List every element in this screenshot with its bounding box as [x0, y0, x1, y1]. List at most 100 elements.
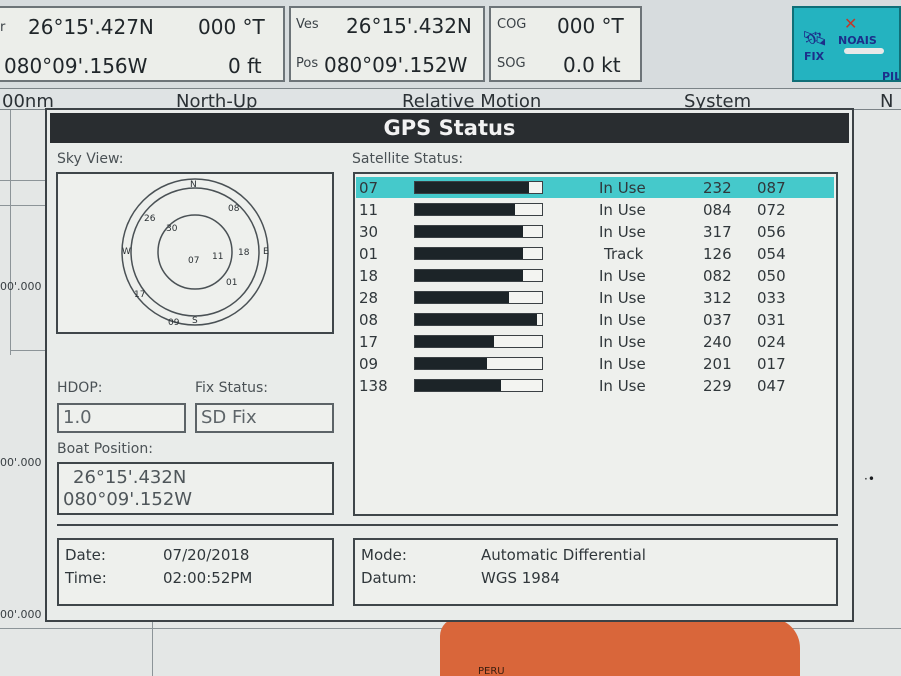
satellite-elevation: 056 [757, 223, 786, 241]
satellite-row[interactable]: 11 In Use 084 072 [356, 199, 834, 220]
dialog-separator [57, 524, 838, 526]
top-data-bar: r 26°15'.427N 000 °T 080°09'.156W 0 ft V… [0, 0, 901, 88]
time-label: Time: [65, 569, 107, 587]
latitude-label: 00'.000 [0, 280, 42, 293]
vessel-lon: 080°09'.152W [324, 53, 468, 77]
satellite-row[interactable]: 18 In Use 082 050 [356, 265, 834, 286]
satellite-azimuth: 240 [703, 333, 732, 351]
sky-satellite: 11 [212, 252, 224, 262]
satellite-id: 18 [359, 267, 379, 285]
boat-longitude: 080°09'.152W [63, 489, 193, 510]
signal-strength-bar [414, 357, 543, 370]
sky-satellite: 17 [134, 290, 146, 300]
satellite-id: 09 [359, 355, 379, 373]
sky-satellite: 30 [166, 224, 178, 234]
satellite-id: 138 [359, 377, 388, 395]
sky-satellite: 01 [226, 278, 238, 288]
satellite-elevation: 047 [757, 377, 786, 395]
satellite-status: In Use [599, 377, 646, 395]
satellite-elevation: 050 [757, 267, 786, 285]
chart-header-bar: 00nm North-Up Relative Motion System N [0, 88, 901, 110]
signal-strength-fill [415, 248, 523, 259]
satellite-row[interactable]: 07 In Use 232 087 [356, 177, 834, 198]
satellite-status: In Use [599, 333, 646, 351]
satellite-elevation: 024 [757, 333, 786, 351]
latitude-label: 00'.000 [0, 608, 42, 621]
land-label: PERU [478, 666, 505, 676]
vessel-position-box[interactable]: Ves 26°15'.432N Pos 080°09'.152W [289, 6, 485, 82]
signal-strength-fill [415, 380, 502, 391]
signal-strength-bar [414, 181, 543, 194]
signal-strength-bar [414, 269, 543, 282]
fix-status-caption: Fix Status: [195, 380, 268, 396]
date-value: 07/20/2018 [163, 546, 250, 564]
cog-label: COG [497, 17, 527, 32]
satellite-row[interactable]: 08 In Use 037 031 [356, 309, 834, 330]
satellite-status: In Use [599, 179, 646, 197]
satellite-row[interactable]: 138 In Use 229 047 [356, 375, 834, 396]
satellite-id: 28 [359, 289, 379, 307]
satellite-row[interactable]: 01 Track 126 054 [356, 243, 834, 264]
satellite-row[interactable]: 17 In Use 240 024 [356, 331, 834, 352]
hdop-caption: HDOP: [57, 380, 103, 396]
datum-value: WGS 1984 [481, 569, 560, 587]
cursor-position-box[interactable]: r 26°15'.427N 000 °T 080°09'.156W 0 ft [0, 6, 285, 82]
satellite-elevation: 072 [757, 201, 786, 219]
signal-strength-bar [414, 291, 543, 304]
sky-view-panel: N E S W 26 30 08 07 11 18 01 17 09 [56, 172, 334, 334]
noais-label: NOAIS [838, 34, 877, 47]
pos-label: Pos [296, 56, 319, 71]
satellite-id: 17 [359, 333, 379, 351]
cog-sog-box[interactable]: COG 000 °T SOG 0.0 kt [489, 6, 642, 82]
satellite-status: In Use [599, 267, 646, 285]
signal-strength-bar [414, 247, 543, 260]
satellite-elevation: 054 [757, 245, 786, 263]
sky-satellite: 08 [228, 204, 240, 214]
satellite-id: 01 [359, 245, 379, 263]
satellite-azimuth: 232 [703, 179, 732, 197]
time-value: 02:00:52PM [163, 569, 253, 587]
signal-strength-fill [415, 314, 537, 325]
signal-strength-bar [414, 335, 543, 348]
latitude-label: 00'.000 [0, 456, 42, 469]
sky-satellite: 07 [188, 256, 200, 266]
satellite-row[interactable]: 09 In Use 201 017 [356, 353, 834, 374]
satellite-status: In Use [599, 311, 646, 329]
satellite-azimuth: 317 [703, 223, 732, 241]
satellite-row[interactable]: 30 In Use 317 056 [356, 221, 834, 242]
cog-value: 000 °T [557, 14, 624, 38]
vessel-lat: 26°15'.432N [346, 14, 472, 38]
signal-strength-fill [415, 358, 488, 369]
sky-satellite: 09 [168, 318, 180, 328]
satellite-status: In Use [599, 223, 646, 241]
datum-label: Datum: [361, 569, 417, 587]
sky-plot [121, 178, 269, 326]
satellite-elevation: 033 [757, 289, 786, 307]
boat-latitude: 26°15'.432N [73, 467, 187, 488]
date-label: Date: [65, 546, 106, 564]
satellite-status: Track [604, 245, 644, 263]
pil-label: PIL [882, 70, 901, 82]
satellite-status: In Use [599, 355, 646, 373]
boat-icon [844, 48, 884, 54]
signal-strength-fill [415, 292, 509, 303]
dialog-title: GPS Status [50, 113, 849, 143]
satellite-azimuth: 082 [703, 267, 732, 285]
sky-view-caption: Sky View: [57, 151, 124, 167]
satellite-elevation: 087 [757, 179, 786, 197]
sog-label: SOG [497, 56, 526, 71]
chart-dots: ·• [864, 472, 875, 486]
satellite-azimuth: 126 [703, 245, 732, 263]
cursor-heading: 000 °T [198, 15, 265, 39]
satellite-icon: 🛰 [802, 26, 828, 50]
sky-satellite: 18 [238, 248, 250, 258]
depth-value: 0 ft [228, 54, 262, 78]
mode-value: Automatic Differential [481, 546, 646, 564]
compass-north: N [190, 180, 197, 190]
satellite-row[interactable]: 28 In Use 312 033 [356, 287, 834, 308]
satellite-id: 11 [359, 201, 379, 219]
date-time-panel: Date: 07/20/2018 Time: 02:00:52PM [57, 538, 334, 606]
fix-status-button[interactable]: 🛰 FIX ✕ NOAIS PIL [792, 6, 901, 82]
satellite-azimuth: 229 [703, 377, 732, 395]
signal-strength-bar [414, 313, 543, 326]
